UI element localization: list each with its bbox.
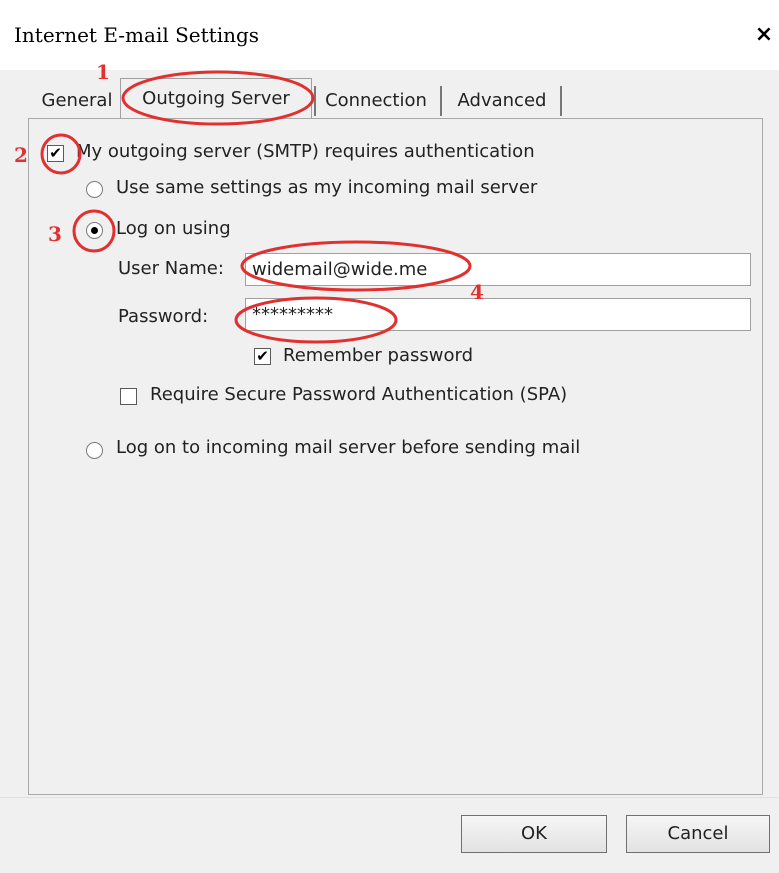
annotation-number: 3 <box>48 222 62 246</box>
internet-email-settings-dialog: Internet E-mail Settings × General Outgo… <box>0 0 779 873</box>
log-on-incoming-radio[interactable] <box>86 442 103 459</box>
password-field[interactable]: ********* <box>245 298 751 331</box>
tab-divider <box>560 86 562 116</box>
title-bar: Internet E-mail Settings × <box>0 0 779 70</box>
require-spa-label: Require Secure Password Authentication (… <box>150 384 568 405</box>
ok-button[interactable]: OK <box>461 815 607 853</box>
log-on-using-label: Log on using <box>116 218 231 239</box>
log-on-incoming-label: Log on to incoming mail server before se… <box>116 437 581 458</box>
password-label: Password: <box>118 306 209 327</box>
require-spa-checkbox[interactable] <box>120 388 137 405</box>
close-icon[interactable]: × <box>752 22 776 48</box>
tab-general[interactable]: General <box>34 84 120 118</box>
tab-divider <box>440 86 442 116</box>
dialog-title: Internet E-mail Settings <box>14 23 260 47</box>
annotation-number: 4 <box>470 280 484 304</box>
log-on-using-radio[interactable] <box>86 222 103 239</box>
remember-password-label: Remember password <box>283 345 473 366</box>
annotation-number: 1 <box>96 60 110 84</box>
remember-password-checkbox[interactable]: ✔ <box>254 348 271 365</box>
tab-connection[interactable]: Connection <box>314 84 438 118</box>
smtp-auth-label: My outgoing server (SMTP) requires authe… <box>76 141 535 162</box>
smtp-auth-checkbox[interactable]: ✔ <box>47 145 64 162</box>
same-settings-label: Use same settings as my incoming mail se… <box>116 177 538 198</box>
footer-divider <box>0 797 779 798</box>
same-settings-radio[interactable] <box>86 181 103 198</box>
annotation-number: 2 <box>14 143 28 167</box>
user-name-label: User Name: <box>118 258 224 279</box>
tab-advanced[interactable]: Advanced <box>444 84 560 118</box>
tab-outgoing-server[interactable]: Outgoing Server <box>120 78 312 118</box>
cancel-button[interactable]: Cancel <box>626 815 770 853</box>
user-name-field[interactable]: widemail@wide.me <box>245 253 751 286</box>
